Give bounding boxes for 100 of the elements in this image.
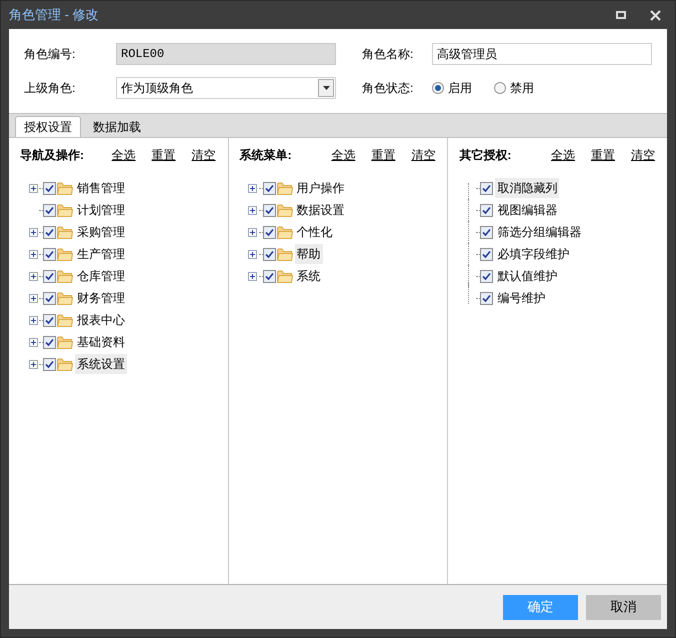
tree-item[interactable]: 系统 xyxy=(294,266,323,286)
checkmark-icon xyxy=(45,206,54,214)
folder-icon xyxy=(276,182,293,194)
action-link[interactable]: 全选 xyxy=(551,146,576,164)
status-radio[interactable]: 禁用 xyxy=(494,79,534,97)
action-link[interactable]: 重置 xyxy=(371,146,396,164)
tree-item[interactable]: 基础资料 xyxy=(75,332,127,352)
folder-icon xyxy=(57,292,73,304)
folder-icon xyxy=(276,226,293,238)
tree-item[interactable]: 取消隐藏列 xyxy=(495,178,560,198)
checkmark-icon xyxy=(264,184,274,192)
checkmark-icon xyxy=(482,206,492,214)
checkbox[interactable] xyxy=(480,292,494,304)
tree-item[interactable]: 视图编辑器 xyxy=(495,200,560,220)
cancel-button[interactable]: 取消 xyxy=(586,594,661,620)
code-field[interactable]: ROLE00 xyxy=(116,43,336,65)
checkmark-icon xyxy=(482,294,492,302)
tree-item[interactable]: 筛选分组编辑器 xyxy=(495,222,584,242)
name-field[interactable]: 高级管理员 xyxy=(432,43,652,65)
field-label: 角色名称: xyxy=(362,46,414,63)
checkmark-icon xyxy=(45,360,54,368)
tree-item[interactable]: 销售管理 xyxy=(75,178,127,198)
expand-icon[interactable] xyxy=(248,250,258,258)
expand-icon[interactable] xyxy=(28,250,38,258)
tree-item[interactable]: 报表中心 xyxy=(75,310,127,330)
close-button[interactable] xyxy=(649,9,661,21)
tree-item[interactable]: 用户操作 xyxy=(294,178,347,198)
checkmark-icon xyxy=(45,250,54,258)
checkbox[interactable] xyxy=(480,204,494,216)
checkbox[interactable] xyxy=(480,248,494,260)
checkbox[interactable] xyxy=(262,248,276,260)
checkmark-icon xyxy=(264,250,274,258)
tree-item[interactable]: 生产管理 xyxy=(75,244,127,264)
expand-icon[interactable] xyxy=(28,360,38,368)
checkbox[interactable] xyxy=(480,226,494,238)
action-link[interactable]: 清空 xyxy=(411,146,436,164)
folder-icon xyxy=(57,336,73,348)
checkbox[interactable] xyxy=(262,182,276,194)
checkmark-icon xyxy=(45,338,54,346)
action-link[interactable]: 重置 xyxy=(591,146,616,164)
tab[interactable]: 授权设置 xyxy=(15,116,81,137)
checkmark-icon xyxy=(45,316,54,324)
checkbox[interactable] xyxy=(480,182,494,194)
checkmark-icon xyxy=(45,228,54,236)
folder-icon xyxy=(57,270,73,282)
checkbox[interactable] xyxy=(262,226,276,238)
checkbox[interactable] xyxy=(262,270,276,282)
panel-title: 导航及操作: xyxy=(20,147,85,164)
checkmark-icon xyxy=(45,184,54,192)
action-link[interactable]: 全选 xyxy=(331,146,356,164)
checkbox[interactable] xyxy=(262,204,276,216)
checkmark-icon xyxy=(45,294,54,302)
folder-icon xyxy=(57,226,73,238)
maximize-button[interactable] xyxy=(615,10,627,20)
folder-icon xyxy=(276,204,293,216)
checkbox[interactable] xyxy=(43,336,56,348)
parent-dropdown[interactable]: 作为顶级角色 xyxy=(116,77,336,99)
expand-icon[interactable] xyxy=(248,272,258,280)
action-link[interactable]: 重置 xyxy=(152,146,176,164)
checkbox[interactable] xyxy=(43,314,56,326)
checkbox[interactable] xyxy=(43,248,56,260)
checkmark-icon xyxy=(482,250,492,258)
action-link[interactable]: 全选 xyxy=(112,146,136,164)
tree-item[interactable]: 必填字段维护 xyxy=(495,244,572,264)
expand-icon[interactable] xyxy=(28,184,38,192)
expand-icon[interactable] xyxy=(248,206,258,214)
tree-item[interactable]: 财务管理 xyxy=(75,288,127,308)
checkbox[interactable] xyxy=(43,358,56,370)
checkbox[interactable] xyxy=(43,292,56,304)
expand-icon[interactable] xyxy=(248,184,258,192)
checkbox[interactable] xyxy=(43,270,56,282)
folder-icon xyxy=(57,204,73,216)
checkbox[interactable] xyxy=(43,226,56,238)
checkbox[interactable] xyxy=(480,270,494,282)
tree-item[interactable]: 个性化 xyxy=(294,222,335,242)
checkbox[interactable] xyxy=(43,204,56,216)
tree-item[interactable]: 系统设置 xyxy=(75,354,127,374)
expand-icon[interactable] xyxy=(248,228,258,236)
close-icon xyxy=(650,10,660,20)
tab[interactable]: 数据加载 xyxy=(85,116,149,137)
checkmark-icon xyxy=(482,272,492,280)
tree-item[interactable]: 默认值维护 xyxy=(495,266,560,286)
tree-item[interactable]: 采购管理 xyxy=(75,222,127,242)
checkbox[interactable] xyxy=(43,182,56,194)
action-link[interactable]: 清空 xyxy=(631,146,656,164)
status-radio[interactable]: 启用 xyxy=(432,79,472,97)
tree-item[interactable]: 仓库管理 xyxy=(75,266,127,286)
expand-icon[interactable] xyxy=(28,228,38,236)
maximize-icon xyxy=(616,11,626,19)
expand-icon[interactable] xyxy=(28,316,38,324)
tree-item[interactable]: 编号维护 xyxy=(495,288,548,308)
tree-item[interactable]: 计划管理 xyxy=(75,200,127,220)
expand-icon[interactable] xyxy=(28,338,38,346)
tree-item[interactable]: 帮助 xyxy=(294,244,323,264)
panel-title: 系统菜单: xyxy=(240,147,293,164)
tree-item[interactable]: 数据设置 xyxy=(294,200,347,220)
action-link[interactable]: 清空 xyxy=(192,146,216,164)
checkmark-icon xyxy=(45,272,54,280)
expand-icon[interactable] xyxy=(28,272,38,280)
expand-icon[interactable] xyxy=(28,294,38,302)
